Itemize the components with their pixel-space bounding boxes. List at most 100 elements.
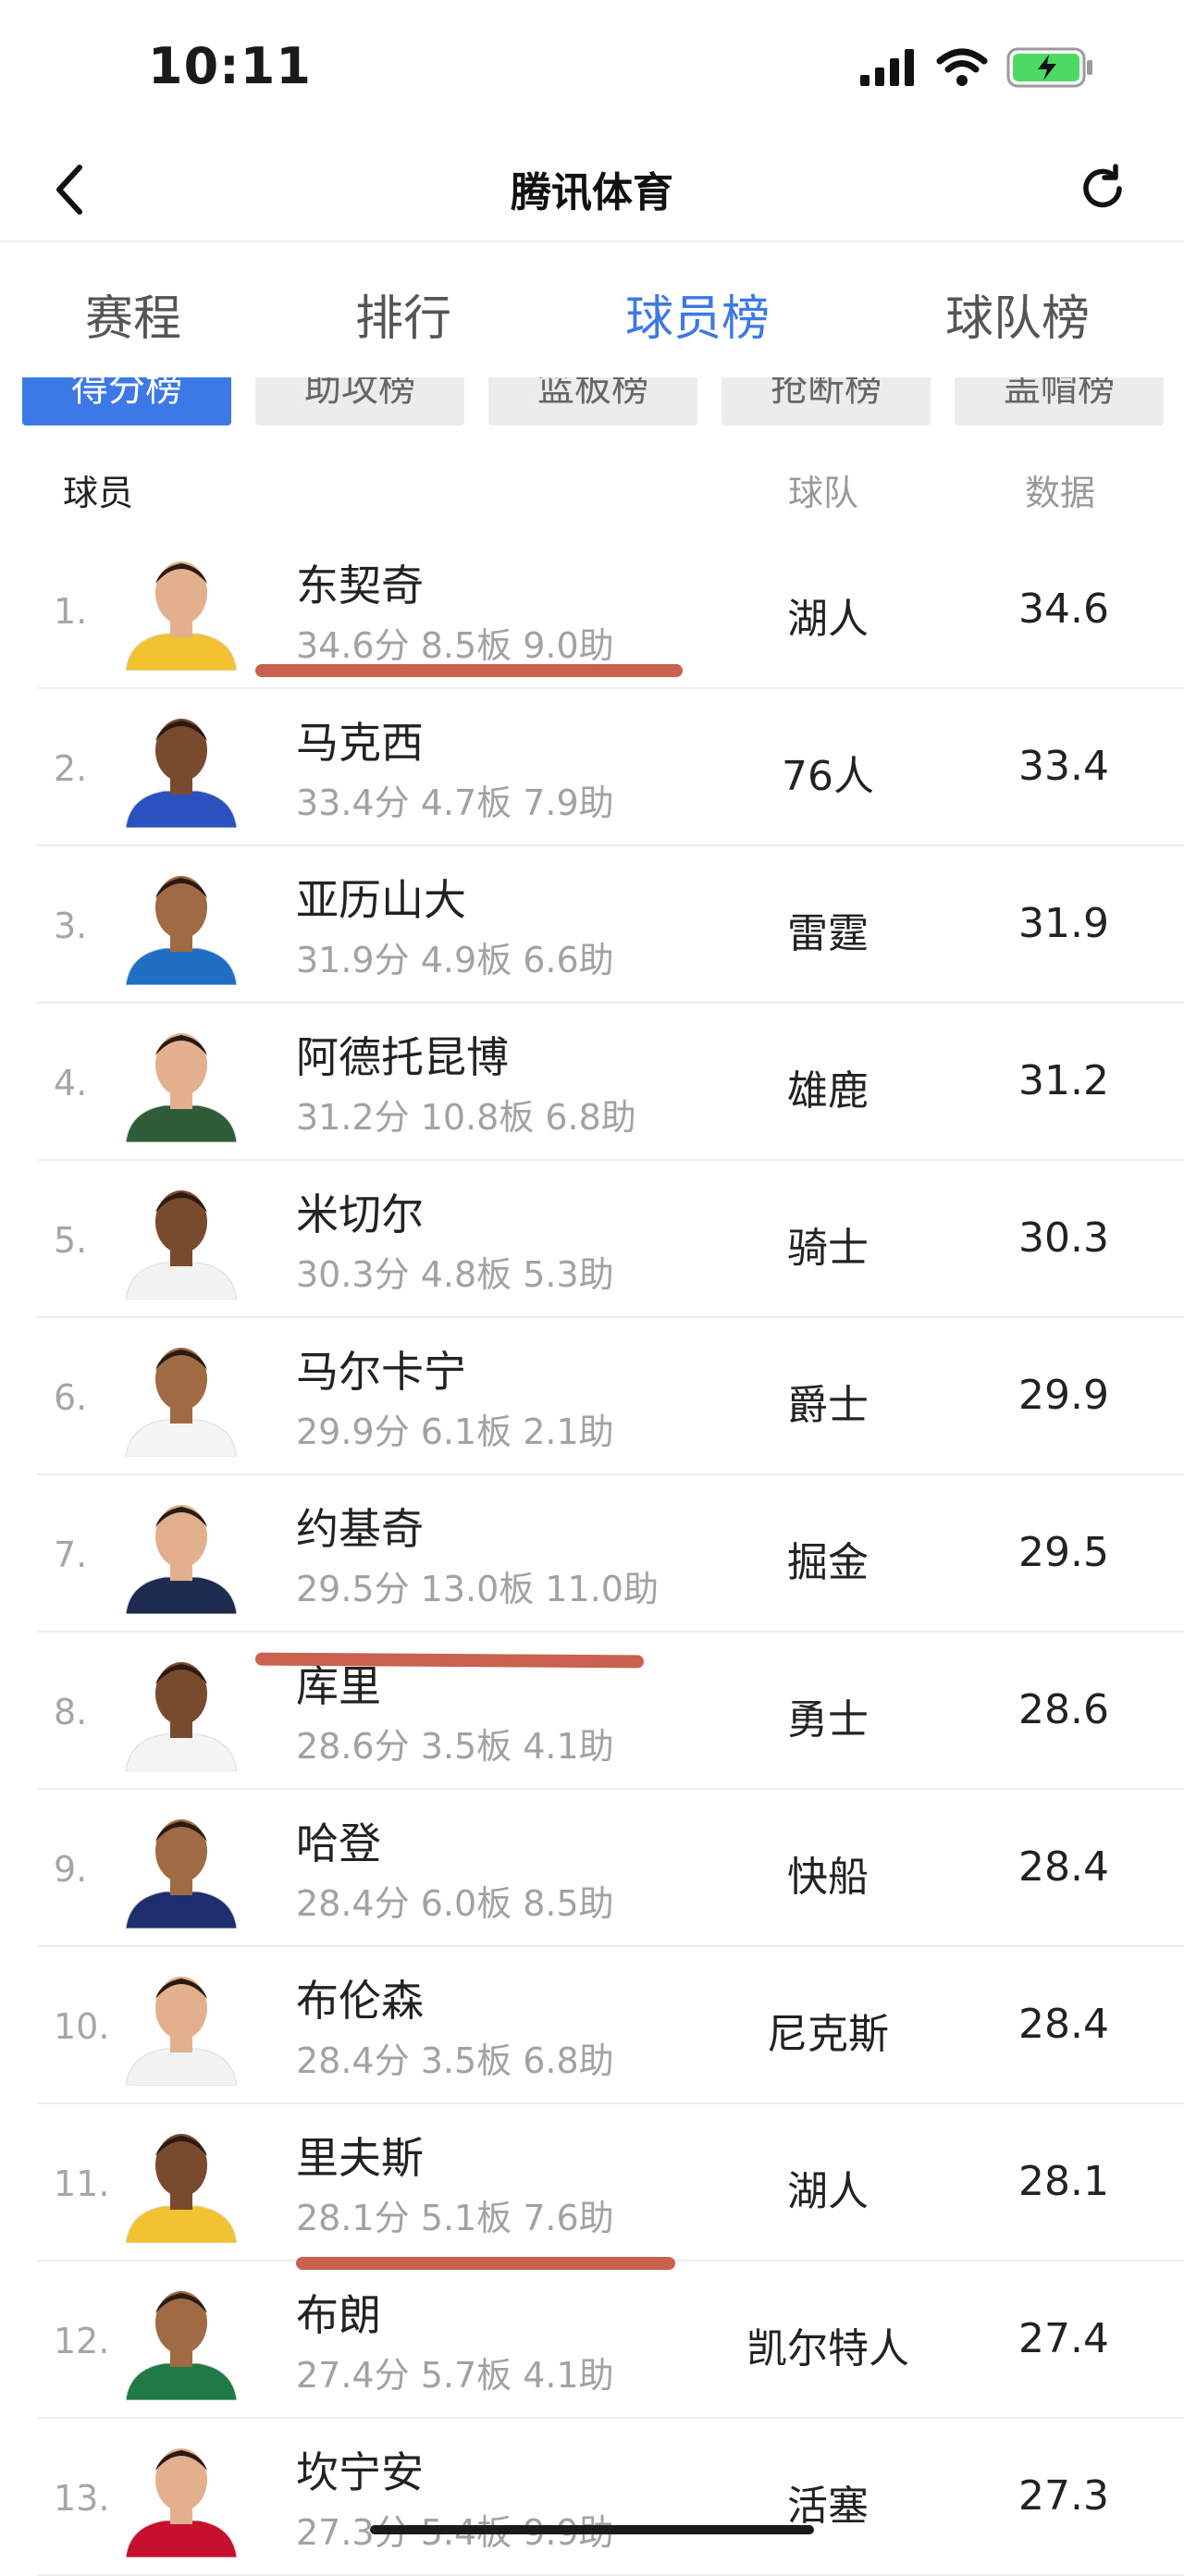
table-row[interactable]: 5. 米切尔 30.3分 4.8板 5.3助 骑士 30.3 (0, 1161, 1184, 1318)
main-tabs: 赛程 排行 球员榜 球队榜 (0, 242, 1184, 377)
player-avatar (125, 1033, 238, 1142)
player-stats: 31.2分 10.8板 6.8助 (296, 1097, 636, 1138)
status-icons (860, 44, 1095, 91)
tab-team-ranking[interactable]: 球队榜 (945, 279, 1090, 349)
player-stats: 28.4分 3.5板 6.8助 (296, 2040, 614, 2081)
player-stats: 34.6分 8.5板 9.0助 (296, 625, 614, 666)
table-row[interactable]: 7. 约基奇 29.5分 13.0板 11.0助 掘金 29.5 (0, 1475, 1184, 1633)
rank-number: 4. (54, 1063, 88, 1103)
player-team: 活塞 (787, 2483, 869, 2530)
player-avatar (125, 1977, 238, 2086)
signal-icon (860, 49, 914, 86)
player-team: 湖人 (787, 596, 869, 643)
rank-number: 5. (54, 1220, 88, 1261)
player-team: 尼克斯 (767, 2011, 889, 2058)
page-title: 腾讯体育 (511, 169, 673, 216)
sub-tab-steals[interactable]: 抢断榜 (722, 377, 931, 425)
player-stats: 33.4分 4.7板 7.9助 (296, 783, 614, 823)
player-stats: 30.3分 4.8板 5.3助 (296, 1254, 614, 1295)
table-row[interactable]: 2. 马克西 33.4分 4.7板 7.9助 76人 33.4 (0, 689, 1184, 846)
player-team: 爵士 (787, 1382, 869, 1429)
player-name[interactable]: 里夫斯 (296, 2125, 424, 2186)
player-name[interactable]: 布朗 (296, 2282, 381, 2343)
table-row[interactable]: 13.坎宁安27.3分 5.4板 9.9助活塞27.3 (0, 2419, 1184, 2576)
header-data: 数据 (1025, 473, 1096, 513)
wifi-icon (936, 48, 988, 86)
table-row[interactable]: 9. 哈登 28.4分 6.0板 8.5助 快船 28.4 (0, 1790, 1184, 1947)
player-team: 勇士 (787, 1696, 869, 1744)
player-stats: 28.1分 5.1板 7.6助 (296, 2198, 614, 2238)
player-score-value: 29.5 (1018, 1529, 1109, 1576)
player-score-value: 28.4 (1018, 2001, 1109, 2048)
player-team: 雄鹿 (787, 1067, 869, 1115)
player-stats: 28.6分 3.5板 4.1助 (296, 1726, 614, 1767)
player-avatar (125, 1348, 238, 1457)
player-team: 76人 (782, 753, 874, 800)
annotation-underline (296, 2257, 675, 2270)
rank-number: 9. (54, 1849, 88, 1890)
nav-bar: 腾讯体育 (0, 139, 1184, 242)
rank-number: 13. (54, 2478, 110, 2519)
player-team: 凯尔特人 (746, 2325, 909, 2373)
rank-number: 2. (54, 748, 88, 789)
player-score-value: 28.4 (1018, 1843, 1109, 1891)
rank-number: 7. (54, 1535, 88, 1575)
player-name[interactable]: 阿德托昆博 (296, 1024, 509, 1085)
table-row[interactable]: 6. 马尔卡宁 29.9分 6.1板 2.1助 爵士 29.9 (0, 1318, 1184, 1475)
player-avatar (125, 2448, 238, 2558)
refresh-icon (1083, 164, 1122, 208)
status-bar: 10:11 (0, 0, 1184, 139)
header-team: 球队 (788, 473, 859, 513)
player-avatar (125, 1662, 238, 1771)
player-team: 湖人 (787, 2168, 869, 2215)
refresh-button[interactable] (1073, 159, 1132, 218)
player-stats: 29.5分 13.0板 11.0助 (296, 1569, 659, 1609)
player-score-value: 28.1 (1018, 2158, 1109, 2205)
player-score-value: 31.9 (1018, 900, 1109, 947)
tab-schedule[interactable]: 赛程 (85, 279, 181, 349)
player-avatar (125, 876, 238, 985)
sub-tab-rebounds[interactable]: 篮板榜 (488, 377, 697, 425)
player-name[interactable]: 亚历山大 (296, 867, 466, 928)
player-score-value: 27.4 (1018, 2315, 1109, 2362)
player-score-value: 27.3 (1018, 2472, 1109, 2520)
table-row[interactable]: 11. 里夫斯 28.1分 5.1板 7.6助 湖人 28.1 (0, 2104, 1184, 2262)
player-name[interactable]: 坎宁安 (296, 2439, 424, 2500)
sub-tab-assists[interactable]: 助攻榜 (255, 377, 464, 425)
sub-tabs: 得分榜 助攻榜 篮板榜 抢断榜 盖帽榜 (0, 377, 1184, 425)
player-team: 掘金 (787, 1539, 869, 1586)
player-name[interactable]: 哈登 (296, 1810, 381, 1871)
tab-ranking[interactable]: 排行 (355, 279, 451, 349)
player-avatar (125, 2134, 238, 2243)
player-name[interactable]: 米切尔 (296, 1181, 424, 1242)
player-name[interactable]: 马克西 (296, 709, 424, 770)
back-chevron-icon (56, 165, 82, 215)
player-name[interactable]: 东契奇 (296, 552, 424, 613)
table-row[interactable]: 3. 亚历山大 31.9分 4.9板 6.6助 雷霆 31.9 (0, 846, 1184, 1004)
player-name[interactable]: 布伦森 (296, 1967, 424, 2028)
player-avatar (125, 2291, 238, 2400)
rank-number: 3. (54, 906, 88, 946)
table-row[interactable]: 12. 布朗 27.4分 5.7板 4.1助 凯尔特人 27.4 (0, 2262, 1184, 2419)
home-indicator (370, 2525, 814, 2534)
rank-number: 12. (54, 2321, 110, 2361)
rank-number: 11. (54, 2163, 110, 2204)
player-score-value: 34.6 (1018, 585, 1109, 633)
sub-tab-points[interactable]: 得分榜 (22, 377, 231, 425)
player-stats: 31.9分 4.9板 6.6助 (296, 940, 614, 980)
player-score-value: 33.4 (1018, 743, 1109, 790)
player-team: 骑士 (787, 1225, 869, 1272)
sub-tab-blocks[interactable]: 盖帽榜 (955, 377, 1164, 425)
tab-player-ranking[interactable]: 球员榜 (625, 279, 770, 349)
back-button[interactable] (43, 157, 98, 222)
player-stats: 27.4分 5.7板 4.1助 (296, 2355, 614, 2396)
player-avatar (125, 1505, 238, 1614)
player-name[interactable]: 约基奇 (296, 1496, 424, 1557)
player-team: 雷霆 (787, 910, 869, 957)
player-score-value: 31.2 (1018, 1057, 1109, 1104)
table-row[interactable]: 4. 阿德托昆博 31.2分 10.8板 6.8助 雄鹿 31.2 (0, 1004, 1184, 1161)
player-score-value: 28.6 (1018, 1686, 1109, 1733)
player-name[interactable]: 马尔卡宁 (296, 1338, 466, 1399)
table-row[interactable]: 10. 布伦森 28.4分 3.5板 6.8助 尼克斯 28.4 (0, 1947, 1184, 2104)
rank-number: 6. (54, 1377, 88, 1418)
